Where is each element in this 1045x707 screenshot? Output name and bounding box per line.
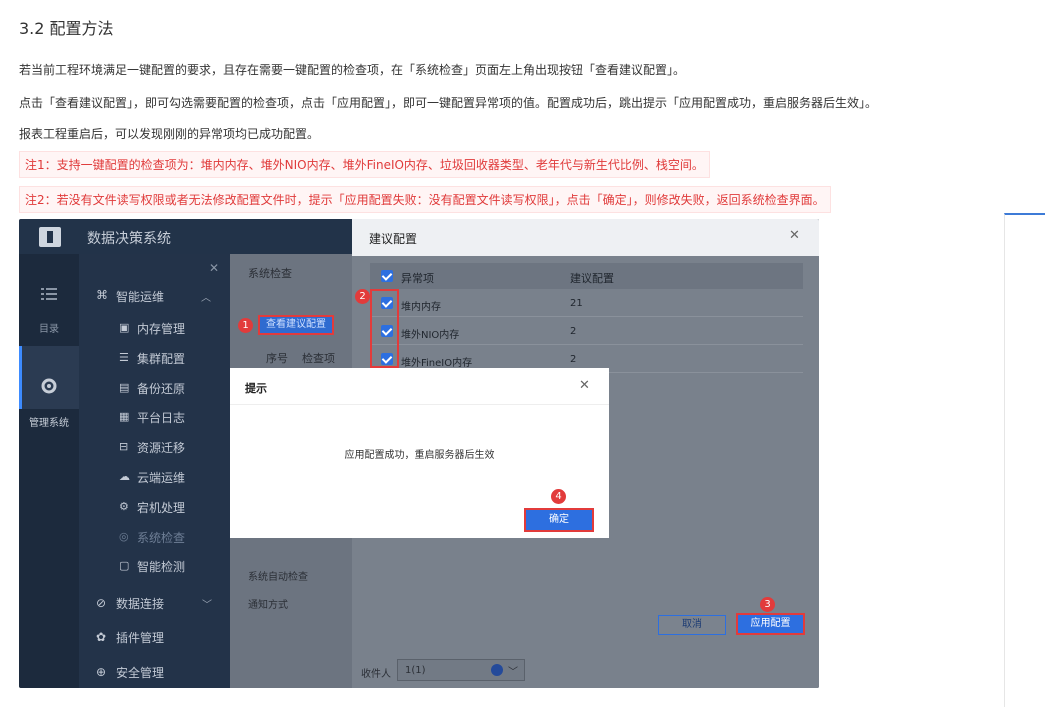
step-badge-4: 4	[551, 489, 566, 504]
row-value: 2	[570, 326, 577, 337]
step-badge-2: 2	[355, 289, 370, 304]
menu-item-memory[interactable]: 内存管理	[137, 320, 185, 337]
menu-item-data-connect[interactable]: 数据连接	[116, 595, 164, 612]
check-icon: ◎	[119, 530, 129, 543]
row-value: 2	[570, 354, 577, 365]
rail-item-catalog[interactable]: 目录	[19, 320, 79, 335]
paragraph-2: 点击「查看建议配置」，即可勾选需要配置的检查项，点击「应用配置」，即可一键配置异…	[19, 96, 878, 110]
ops-icon: ⌘	[96, 288, 108, 302]
menu-item-cloud[interactable]: 云端运维	[137, 469, 185, 486]
tip-dialog-title: 提示	[245, 382, 267, 395]
column-abnormal-item: 异常项	[401, 272, 434, 285]
menu-item-detect[interactable]: 智能检测	[137, 558, 185, 575]
column-check-item: 检查项	[302, 352, 335, 365]
column-index: 序号	[266, 352, 288, 365]
menu-item-security[interactable]: 安全管理	[116, 664, 164, 681]
menu-item-log[interactable]: 平台日志	[137, 409, 185, 426]
close-icon[interactable]: ✕	[789, 228, 800, 243]
receiver-label: 收件人	[361, 669, 391, 680]
paragraph-3: 报表工程重启后，可以发现刚刚的异常项均已成功配置。	[19, 127, 320, 141]
menu-item-system-check[interactable]: 系统检查	[137, 529, 185, 546]
note-1: 注1：支持一键配置的检查项为：堆内内存、堆外NIO内存、堆外FineIO内存、垃…	[19, 151, 710, 178]
cancel-button[interactable]: 取消	[658, 615, 726, 635]
pin-icon[interactable]: ✕	[209, 261, 219, 275]
detect-icon: ▢	[119, 559, 130, 572]
rail-active-indicator	[19, 346, 22, 409]
note-2: 注2：若没有文件读写权限或者无法修改配置文件时，提示「应用配置失败：没有配置文件…	[19, 186, 831, 213]
rail-item-manage[interactable]: 管理系统	[19, 414, 79, 429]
row-value: 21	[570, 298, 583, 309]
menu-item-cluster[interactable]: 集群配置	[137, 350, 185, 367]
right-side-panel	[1004, 213, 1045, 707]
step-badge-3: 3	[760, 597, 775, 612]
shield-icon: ⊕	[96, 665, 107, 679]
receiver-chevron-icon[interactable]: ﹀	[508, 663, 518, 678]
notify-label: 通知方式	[248, 600, 288, 611]
backup-icon: ▤	[119, 381, 130, 394]
chevron-down-icon[interactable]: ﹀	[202, 596, 212, 611]
chevron-up-icon[interactable]: ︿	[201, 289, 211, 304]
menu-item-migrate[interactable]: 资源迁移	[137, 439, 185, 456]
app-title: 数据决策系统	[87, 231, 171, 247]
receiver-count-icon	[491, 664, 503, 676]
tip-message: 应用配置成功，重启服务器后生效	[344, 450, 495, 461]
migrate-icon: ⊟	[119, 440, 129, 453]
view-suggestion-button[interactable]: 查看建议配置	[258, 315, 334, 335]
list-icon	[41, 288, 57, 300]
step-badge-1: 1	[238, 318, 253, 333]
apply-config-button[interactable]: 应用配置	[736, 613, 805, 635]
menu-group-ops[interactable]: 智能运维	[116, 288, 164, 305]
row-item: 堆外FineIO内存	[401, 358, 473, 369]
log-icon: ▦	[119, 410, 130, 423]
menu-item-crash[interactable]: 宕机处理	[137, 499, 185, 516]
memory-icon: ▣	[119, 321, 130, 334]
app-logo-icon	[39, 227, 61, 247]
gear-icon	[41, 378, 57, 394]
section-title: 3.2 配置方法	[19, 19, 114, 38]
receiver-value: 1(1)	[405, 665, 426, 676]
checkbox-highlight	[370, 289, 399, 368]
tab-system-check[interactable]: 系统检查	[248, 265, 292, 281]
crash-icon: ⚙	[119, 500, 129, 513]
ok-button[interactable]: 确定	[524, 508, 594, 532]
cluster-icon: ☰	[119, 351, 129, 364]
tip-close-icon[interactable]: ✕	[579, 378, 590, 393]
row-item: 堆外NIO内存	[401, 330, 460, 341]
suggestion-dialog-title: 建议配置	[369, 232, 418, 246]
menu-item-plugin[interactable]: 插件管理	[116, 629, 164, 646]
select-all-checkbox[interactable]	[381, 270, 393, 282]
suggestion-dialog-header	[352, 219, 819, 256]
tip-dialog-header	[230, 368, 609, 405]
auto-check-label: 系统自动检查	[248, 572, 308, 583]
product-screenshot: 数据决策系统 目录 管理系统 ✕ ⌘ 智能运维 ︿ ▣ 内存管理 ☰ 集群配置 …	[19, 219, 819, 688]
column-suggested-value: 建议配置	[570, 272, 614, 285]
cloud-icon: ☁	[119, 470, 130, 483]
plugin-icon: ✿	[96, 630, 107, 644]
paragraph-1: 若当前工程环境满足一键配置的要求，且存在需要一键配置的检查项，在「系统检查」页面…	[19, 63, 686, 77]
row-item: 堆内内存	[401, 302, 441, 313]
menu-item-backup[interactable]: 备份还原	[137, 380, 185, 397]
link-icon: ⊘	[96, 596, 107, 610]
